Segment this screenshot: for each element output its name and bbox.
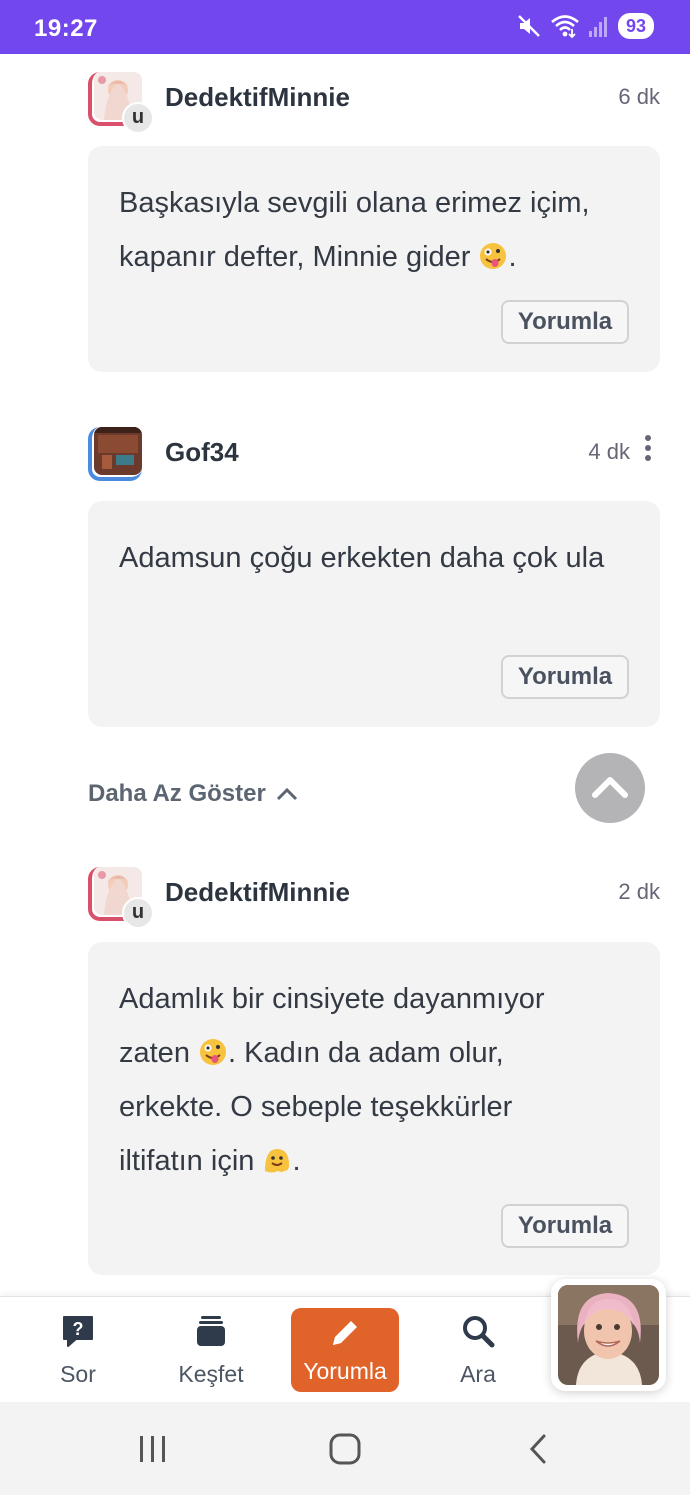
nav-label: Yorumla [303,1358,387,1384]
nav-item-ara[interactable]: Ara [418,1297,538,1403]
assistant-avatar[interactable] [551,1279,666,1391]
search-icon [463,1316,495,1348]
battery-icon: 93 [617,13,654,39]
reply-button[interactable]: Yorumla [501,300,629,344]
username[interactable]: Gof34 [165,437,239,468]
recent-apps-icon[interactable] [136,1432,170,1466]
chevron-up-icon [276,787,297,801]
scroll-to-top-button[interactable] [575,753,645,823]
back-icon[interactable] [522,1432,556,1466]
stack-icon [197,1316,225,1346]
comment-time: 4 dk [588,439,630,464]
chevron-up-icon [592,777,628,798]
reply-button[interactable]: Yorumla [501,655,629,699]
status-time: 19:27 [34,15,98,42]
avatar[interactable]: u [88,72,154,134]
nav-label: Ara [460,1361,496,1387]
nav-item-sor[interactable]: ? Sor [18,1297,138,1403]
user-badge: u [122,897,154,929]
comment-text: Adamsun çoğu erkekten daha çok ula [119,542,605,574]
show-less-button[interactable]: Daha Az Göster [88,780,298,808]
user-badge: u [122,102,154,134]
comment-header: u DedektifMinnie 6 dk [88,72,660,138]
home-icon[interactable] [328,1432,362,1466]
avatar[interactable]: u [88,867,154,929]
nav-label: Sor [60,1361,96,1387]
system-nav-bar [0,1402,690,1495]
question-bubble-icon: ? [63,1316,93,1347]
comment-header: u DedektifMinnie 2 dk [88,867,660,933]
comment-bubble: Adamsun çoğu erkekten daha çok ula Yorum… [88,501,660,727]
zany-face-emoji [200,1039,226,1065]
reply-button[interactable]: Yorumla [501,1204,629,1248]
comment-time: 6 dk [618,84,660,109]
nav-item-yorumla[interactable]: Yorumla [291,1308,399,1392]
comment-feed[interactable]: u DedektifMinnie 6 dk Başkasıyla sevgili… [0,54,690,1296]
comment-bubble: Başkasıyla sevgili olana erimez içim, ka… [88,146,660,372]
mute-icon [518,15,540,37]
username[interactable]: DedektifMinnie [165,877,350,908]
pencil-icon [333,1321,357,1345]
zany-face-emoji [480,243,507,269]
svg-text:?: ? [73,1319,84,1339]
comment-item: u DedektifMinnie 2 dk Adamlık bir cinsiy… [88,867,660,1275]
signal-icon [588,17,607,37]
status-bar: 19:27 93 [0,0,690,54]
comment-time: 2 dk [618,879,660,904]
comment-header: Gof34 4 dk [88,427,660,493]
wifi-icon [551,15,579,39]
comment-bubble: Adamlık bir cinsiyete dayanmıyor zaten .… [88,942,660,1275]
melting-face-emoji [265,1149,290,1173]
avatar[interactable] [88,427,142,481]
status-icons: 93 [516,13,654,39]
more-options-icon[interactable] [642,435,654,465]
nav-item-kesfet[interactable]: Keşfet [151,1297,271,1403]
comment-text: Başkasıyla sevgili olana erimez içim, ka… [119,187,590,273]
comment-item: u DedektifMinnie 6 dk Başkasıyla sevgili… [88,72,660,372]
show-less-label: Daha Az Göster [88,780,266,807]
comment-text: Adamlık bir cinsiyete dayanmıyor zaten .… [119,983,545,1177]
comment-item: Gof34 4 dk Adamsun çoğu erkekten daha ço… [88,427,660,727]
nav-label: Keşfet [178,1361,244,1387]
username[interactable]: DedektifMinnie [165,82,350,113]
